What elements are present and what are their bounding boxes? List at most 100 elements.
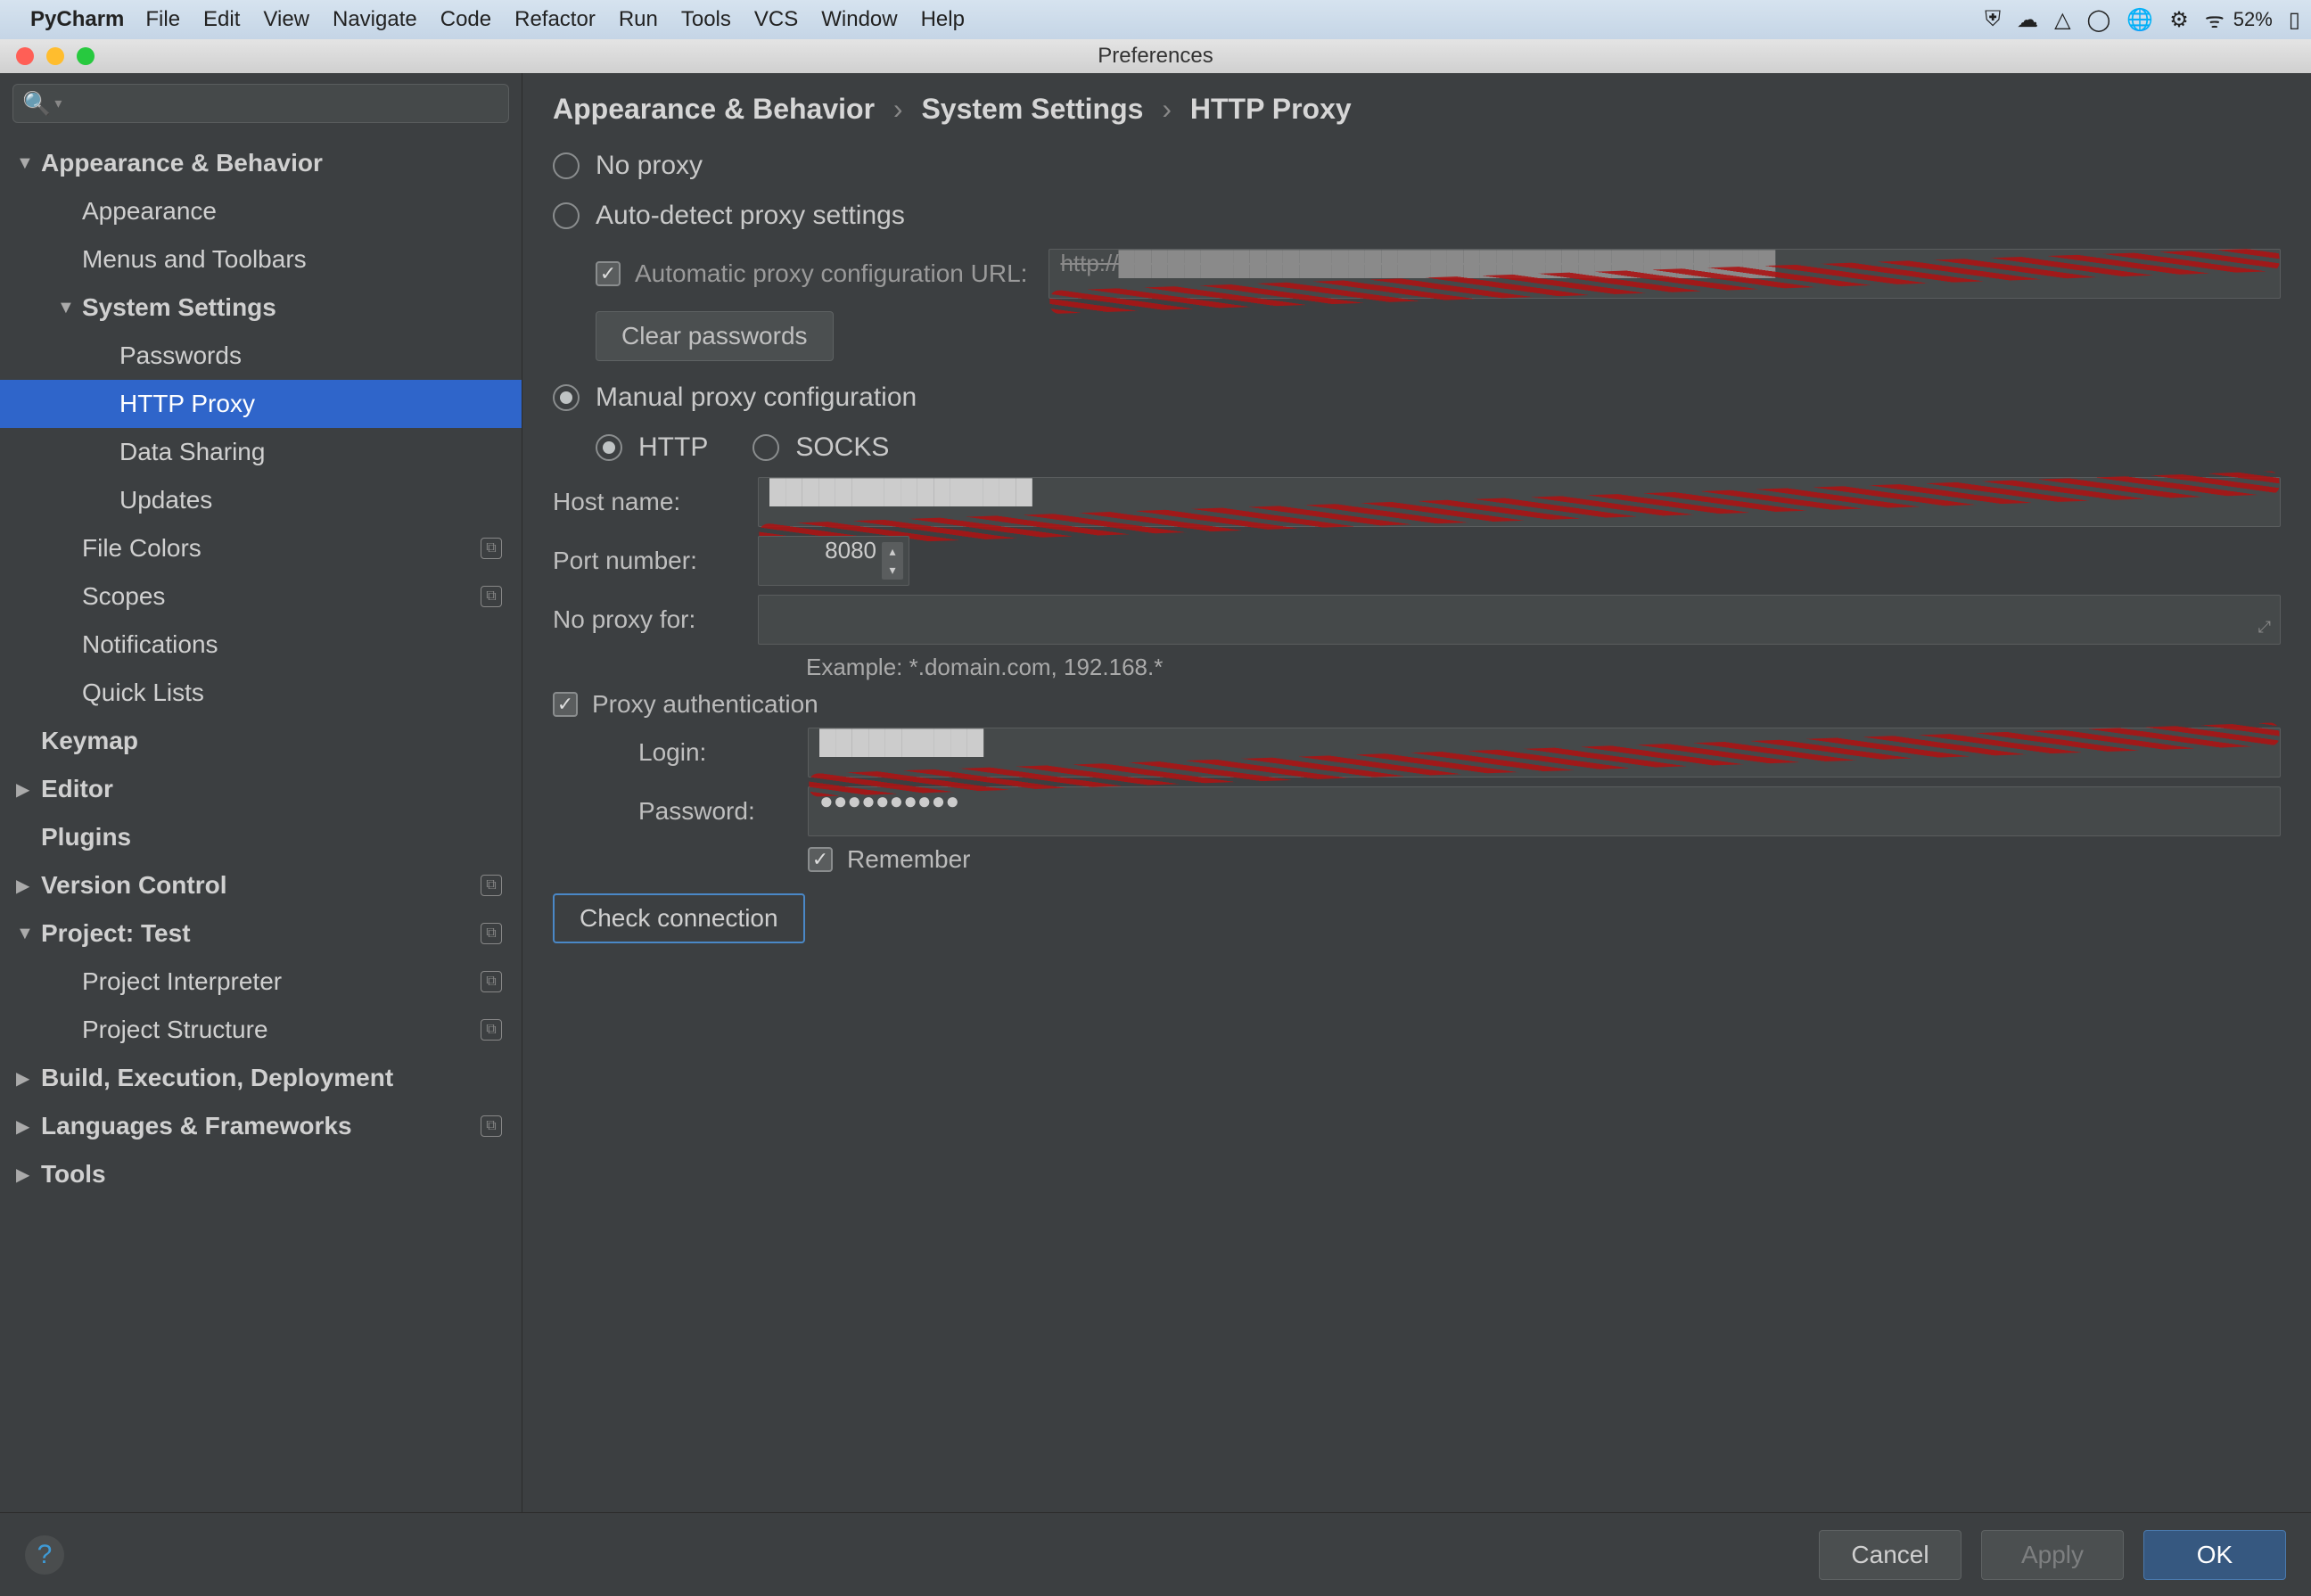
menu-navigate[interactable]: Navigate <box>333 7 417 32</box>
sidebar-item-version-control[interactable]: ▶Version Control⧉ <box>0 861 522 909</box>
login-label: Login: <box>638 738 808 767</box>
ok-button[interactable]: OK <box>2143 1530 2286 1580</box>
sidebar-item-editor[interactable]: ▶Editor <box>0 765 522 813</box>
auto-conf-url-label: Automatic proxy configuration URL: <box>635 259 1027 288</box>
password-input[interactable]: ●●●●●●●●●● <box>808 786 2281 836</box>
sidebar-item-label: Quick Lists <box>82 679 204 707</box>
expand-icon[interactable]: ⤢ <box>2258 618 2271 637</box>
chevron-up-icon: ▴ <box>882 542 903 561</box>
radio-icon <box>553 384 580 411</box>
crumb-1[interactable]: System Settings <box>921 93 1143 125</box>
chevron-right-icon: › <box>893 93 903 125</box>
sidebar-item-label: Updates <box>119 486 212 514</box>
maximize-window-button[interactable] <box>77 47 95 65</box>
battery-icon[interactable]: ▯ <box>2289 7 2300 33</box>
triangle-icon[interactable]: △ <box>2054 7 2070 33</box>
menu-file[interactable]: File <box>145 7 180 32</box>
shield-icon[interactable]: ⛨ <box>1985 7 2001 32</box>
sidebar-item-project-structure[interactable]: Project Structure⧉ <box>0 1006 522 1054</box>
bluetooth-icon[interactable]: ⚙ <box>2169 7 2189 33</box>
sidebar-item-label: File Colors <box>82 534 201 563</box>
search-input[interactable]: 🔍 ▾ <box>12 84 509 123</box>
sidebar-item-label: Data Sharing <box>119 438 265 466</box>
sidebar-item-system-settings[interactable]: ▼System Settings <box>0 284 522 332</box>
sidebar-item-tools[interactable]: ▶Tools <box>0 1150 522 1198</box>
menu-run[interactable]: Run <box>619 7 658 32</box>
password-label: Password: <box>638 797 808 826</box>
sidebar-item-keymap[interactable]: Keymap <box>0 717 522 765</box>
auto-conf-url-input[interactable]: http://█████████████████████████████████… <box>1049 249 2281 299</box>
auto-conf-url-checkbox[interactable]: ✓ <box>596 261 621 286</box>
cancel-button[interactable]: Cancel <box>1819 1530 1961 1580</box>
no-proxy-radio[interactable]: No proxy <box>553 145 2281 186</box>
no-proxy-for-input[interactable]: ⤢ <box>758 595 2281 645</box>
auto-detect-radio[interactable]: Auto-detect proxy settings <box>553 195 2281 236</box>
app-name[interactable]: PyCharm <box>30 7 124 32</box>
apply-button[interactable]: Apply <box>1981 1530 2124 1580</box>
minimize-window-button[interactable] <box>46 47 64 65</box>
search-dropdown-icon[interactable]: ▾ <box>54 95 62 112</box>
sidebar-item-notifications[interactable]: Notifications <box>0 621 522 669</box>
port-number-input[interactable]: 8080 ▴▾ <box>758 536 909 586</box>
crumb-0[interactable]: Appearance & Behavior <box>553 93 875 125</box>
sidebar-item-passwords[interactable]: Passwords <box>0 332 522 380</box>
sidebar-item-label: Build, Execution, Deployment <box>41 1064 393 1092</box>
sidebar-item-languages-frameworks[interactable]: ▶Languages & Frameworks⧉ <box>0 1102 522 1150</box>
clear-passwords-button[interactable]: Clear passwords <box>596 311 834 361</box>
project-scope-icon: ⧉ <box>481 538 502 559</box>
sidebar-item-label: Project: Test <box>41 919 191 948</box>
sidebar-item-appearance-behavior[interactable]: ▼Appearance & Behavior <box>0 139 522 187</box>
sidebar-item-quick-lists[interactable]: Quick Lists <box>0 669 522 717</box>
sidebar-item-project-interpreter[interactable]: Project Interpreter ⧉ <box>0 958 522 1006</box>
globe-icon[interactable]: 🌐 <box>2126 7 2153 33</box>
sidebar-item-plugins[interactable]: Plugins <box>0 813 522 861</box>
menu-vcs[interactable]: VCS <box>754 7 798 32</box>
cloud-icon[interactable]: ☁ <box>2017 7 2038 33</box>
menu-tools[interactable]: Tools <box>681 7 731 32</box>
preferences-content: Appearance & Behavior › System Settings … <box>522 73 2311 1512</box>
check-connection-button[interactable]: Check connection <box>553 893 805 943</box>
login-input[interactable]: ██████████ <box>808 728 2281 777</box>
window-titlebar: Preferences <box>0 39 2311 73</box>
sidebar-item-project-test[interactable]: ▼Project: Test⧉ <box>0 909 522 958</box>
host-name-input[interactable]: ████████████████ <box>758 477 2281 527</box>
no-proxy-example: Example: *.domain.com, 192.168.* <box>806 654 2281 681</box>
radio-icon <box>553 152 580 179</box>
circle-icon[interactable]: ◯ <box>2087 7 2111 33</box>
menu-help[interactable]: Help <box>921 7 965 32</box>
wifi-icon[interactable]: ᯤ <box>2205 5 2225 35</box>
sidebar-item-updates[interactable]: Updates <box>0 476 522 524</box>
chevron-right-icon: ▶ <box>16 778 41 801</box>
proxy-auth-checkbox[interactable]: ✓ <box>553 692 578 717</box>
sidebar-item-build-execution-deployment[interactable]: ▶Build, Execution, Deployment <box>0 1054 522 1102</box>
sidebar-item-appearance[interactable]: Appearance <box>0 187 522 235</box>
port-number-label: Port number: <box>553 547 758 575</box>
http-radio[interactable] <box>596 434 622 461</box>
sidebar-item-label: Languages & Frameworks <box>41 1112 352 1140</box>
battery-status[interactable]: 52% <box>2233 8 2273 31</box>
port-stepper[interactable]: ▴▾ <box>882 542 903 580</box>
menu-window[interactable]: Window <box>821 7 897 32</box>
menu-code[interactable]: Code <box>440 7 491 32</box>
project-scope-icon: ⧉ <box>481 971 502 992</box>
chevron-right-icon: ▶ <box>16 1164 41 1186</box>
sidebar-item-scopes[interactable]: Scopes⧉ <box>0 572 522 621</box>
sidebar-item-menus-and-toolbars[interactable]: Menus and Toolbars <box>0 235 522 284</box>
help-button[interactable]: ? <box>25 1535 64 1575</box>
sidebar-item-data-sharing[interactable]: Data Sharing <box>0 428 522 476</box>
sidebar-item-label: Project Interpreter <box>82 967 282 996</box>
chevron-down-icon: ▾ <box>882 561 903 580</box>
sidebar-item-http-proxy[interactable]: HTTP Proxy <box>0 380 522 428</box>
menu-edit[interactable]: Edit <box>203 7 240 32</box>
port-value: 8080 <box>825 537 876 564</box>
breadcrumb: Appearance & Behavior › System Settings … <box>553 93 2281 126</box>
crumb-2: HTTP Proxy <box>1190 93 1352 125</box>
chevron-down-icon: ▼ <box>57 298 82 318</box>
socks-radio[interactable] <box>753 434 779 461</box>
sidebar-item-file-colors[interactable]: File Colors ⧉ <box>0 524 522 572</box>
close-window-button[interactable] <box>16 47 34 65</box>
remember-checkbox[interactable]: ✓ <box>808 847 833 872</box>
menu-view[interactable]: View <box>263 7 309 32</box>
menu-refactor[interactable]: Refactor <box>514 7 596 32</box>
manual-proxy-radio[interactable]: Manual proxy configuration <box>553 377 2281 418</box>
